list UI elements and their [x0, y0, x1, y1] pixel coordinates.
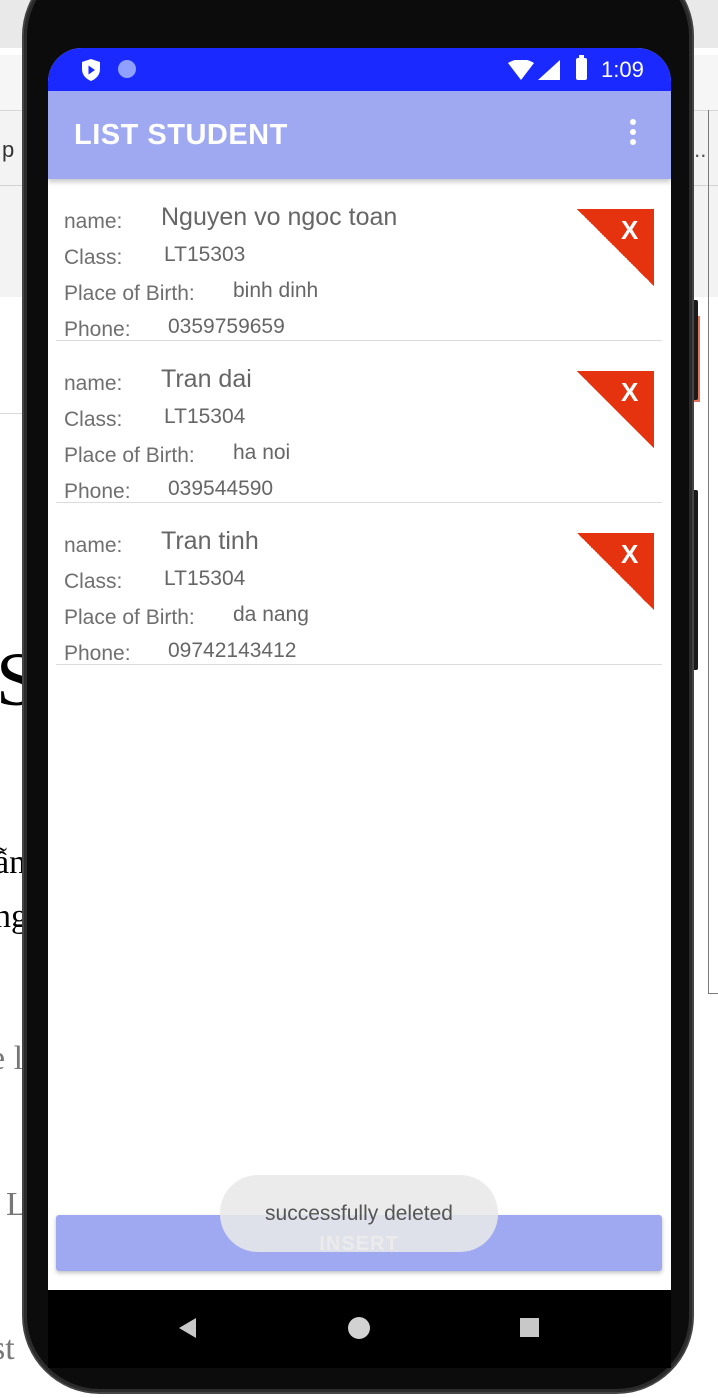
- student-class: LT15304: [164, 405, 246, 428]
- close-icon: X: [621, 215, 639, 245]
- student-list: name: Nguyen vo ngoc toan Class: LT15303…: [48, 179, 671, 665]
- student-place: ha noi: [233, 441, 291, 464]
- phone-row: Phone: 0359759659: [64, 315, 285, 342]
- place-label: Place of Birth:: [64, 444, 195, 467]
- clock-time: 1:09: [601, 57, 644, 82]
- app-bar: LIST STUDENT: [48, 91, 671, 179]
- phone-screen: 1:09 LIST STUDENT name: Nguyen vo ngoc t…: [48, 48, 671, 1290]
- class-row: Class: LT15304: [64, 567, 245, 594]
- class-label: Class:: [64, 570, 123, 593]
- delete-button[interactable]: X: [577, 371, 654, 448]
- shield-play-icon: [82, 59, 100, 81]
- battery-icon: [576, 55, 587, 80]
- status-bar: 1:09: [48, 48, 671, 91]
- more-vert-icon[interactable]: [622, 119, 644, 151]
- circle-notification-icon: [118, 60, 136, 78]
- delete-triangle: [577, 371, 654, 448]
- delete-triangle: [577, 209, 654, 286]
- background-text: e l: [0, 1040, 24, 1077]
- student-place: binh dinh: [233, 279, 319, 302]
- name-row: name: Tran tinh: [64, 527, 259, 558]
- wifi-icon: [508, 60, 534, 80]
- class-row: Class: LT15304: [64, 405, 245, 432]
- place-label: Place of Birth:: [64, 282, 195, 305]
- background-border: [708, 993, 718, 994]
- delete-triangle: [577, 533, 654, 610]
- student-phone: 0359759659: [168, 315, 285, 338]
- back-icon[interactable]: [179, 1318, 196, 1338]
- student-name: Tran tinh: [161, 527, 259, 555]
- name-row: name: Nguyen vo ngoc toan: [64, 203, 397, 234]
- delete-button[interactable]: X: [577, 209, 654, 286]
- student-class: LT15304: [164, 567, 246, 590]
- toast: successfully deleted: [220, 1175, 498, 1252]
- place-label: Place of Birth:: [64, 606, 195, 629]
- place-row: Place of Birth: binh dinh: [64, 279, 318, 306]
- student-class: LT15303: [164, 243, 246, 266]
- student-phone: 09742143412: [168, 639, 297, 662]
- background-text: p: [2, 137, 15, 162]
- background-text: st: [0, 1330, 15, 1367]
- name-label: name:: [64, 534, 123, 557]
- home-icon[interactable]: [348, 1317, 370, 1339]
- name-label: name:: [64, 372, 123, 395]
- class-row: Class: LT15303: [64, 243, 245, 270]
- cell-signal-icon: [538, 60, 560, 80]
- student-phone: 039544590: [168, 477, 274, 500]
- close-icon: X: [621, 377, 639, 407]
- phone-label: Phone:: [64, 642, 131, 665]
- phone-row: Phone: 039544590: [64, 477, 273, 504]
- class-label: Class:: [64, 246, 123, 269]
- list-item[interactable]: name: Nguyen vo ngoc toan Class: LT15303…: [56, 179, 662, 341]
- phone-row: Phone: 09742143412: [64, 639, 296, 666]
- class-label: Class:: [64, 408, 123, 431]
- recents-icon[interactable]: [520, 1318, 539, 1337]
- page-title: LIST STUDENT: [74, 119, 288, 151]
- background-text: ẫn: [0, 844, 27, 881]
- list-item[interactable]: name: Tran tinh Class: LT15304 Place of …: [56, 503, 662, 665]
- name-row: name: Tran dai: [64, 365, 252, 396]
- name-label: name:: [64, 210, 123, 233]
- place-row: Place of Birth: ha noi: [64, 441, 290, 468]
- close-icon: X: [621, 539, 639, 569]
- student-name: Tran dai: [161, 365, 252, 393]
- student-place: da nang: [233, 603, 309, 626]
- phone-label: Phone:: [64, 318, 131, 341]
- list-item[interactable]: name: Tran dai Class: LT15304 Place of B…: [56, 341, 662, 503]
- student-name: Nguyen vo ngoc toan: [161, 203, 398, 231]
- toast-message: successfully deleted: [265, 1202, 453, 1225]
- place-row: Place of Birth: da nang: [64, 603, 309, 630]
- delete-button[interactable]: X: [577, 533, 654, 610]
- phone-label: Phone:: [64, 480, 131, 503]
- background-border: [708, 110, 709, 994]
- navigation-bar: [48, 1290, 671, 1368]
